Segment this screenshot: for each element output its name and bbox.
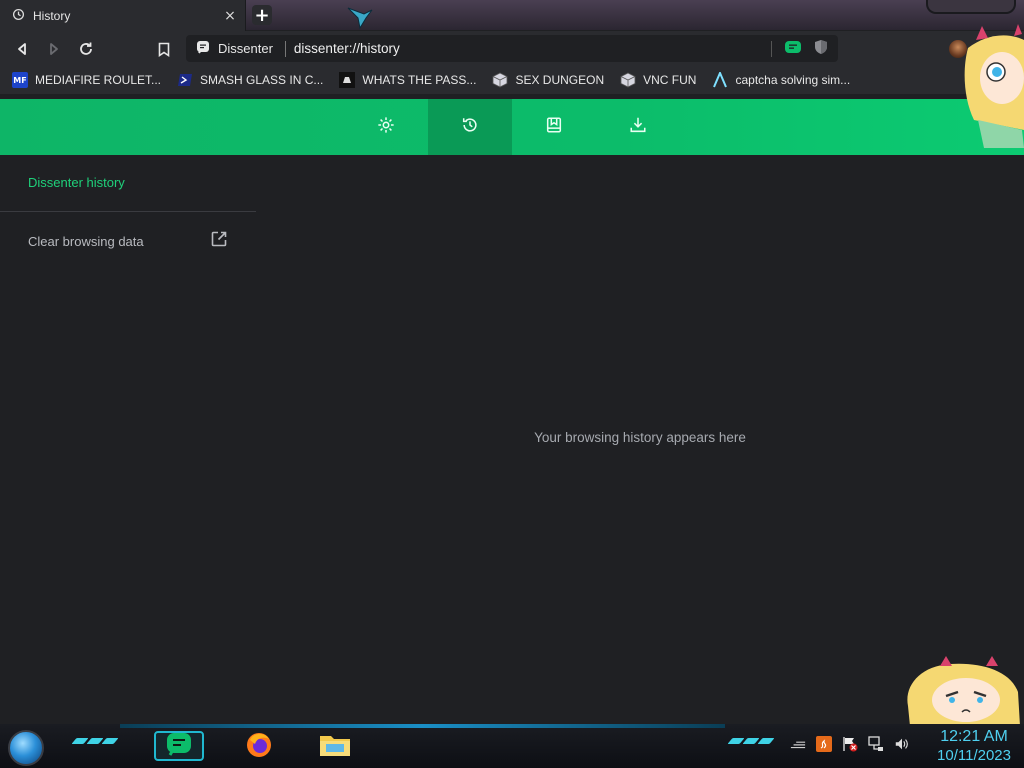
firefox-icon [245,730,273,762]
cube-icon [492,72,508,88]
bookmark-icon [158,42,170,57]
new-tab-button[interactable]: + [252,5,272,26]
mediafire-icon: MF [12,72,28,88]
close-tab-icon[interactable]: × [221,7,239,25]
bookmark-page-button[interactable] [154,39,174,59]
volume-icon[interactable] [894,736,910,752]
sidebar-divider [0,211,256,212]
anime-character-sticker [958,20,1024,148]
anime-character-sticker [900,656,1024,726]
address-bar[interactable]: Dissenter dissenter://history [186,35,838,62]
browser-toolbar: Dissenter dissenter://history [0,31,1024,66]
omnibox-separator [284,40,286,57]
bookmark-label: WHATS THE PASS... [362,73,477,87]
reload-icon [80,42,92,55]
bookmark-label: MEDIAFIRE ROULET... [35,73,162,87]
external-link-icon [210,230,228,252]
bookmark-item[interactable]: MF MEDIAFIRE ROULET... [12,69,161,91]
bookmark-label: SEX DUNGEON [515,73,605,87]
taskbar-explorer-button[interactable] [310,731,360,761]
folder-icon [318,730,352,762]
window-frame-decoration [926,0,1016,14]
empty-history-message: Your browsing history appears here [534,430,746,445]
system-tray [790,736,910,752]
cube-icon [620,72,636,88]
bookmark-label: VNC FUN [643,73,697,87]
bookmark-item[interactable]: WHATS THE PASS... [339,69,476,91]
history-sidebar: Dissenter history Clear browsing data [0,155,256,725]
tab-history[interactable]: History × [0,0,246,31]
taskbar-dissenter-button[interactable] [154,731,204,761]
tab-title: History [33,8,71,23]
clear-browsing-data-link[interactable]: Clear browsing data [28,231,228,251]
url-text[interactable]: dissenter://history [294,41,771,56]
download-icon [629,116,647,138]
bookmarks-bar: MF MEDIAFIRE ROULET... SMASH GLASS IN C.… [0,66,1024,94]
reload-button[interactable] [76,39,96,59]
clock-time: 12:21 AM [940,728,1008,745]
history-header-bar [0,99,1024,155]
taskbar-firefox-button[interactable] [234,731,284,761]
omnibox-right-separator [771,40,772,57]
wallpaper-bird-icon [346,4,374,30]
taskbar-decoration [727,738,775,744]
sidebar-title[interactable]: Dissenter history [28,175,125,190]
bookmarks-nav-button[interactable] [512,99,596,155]
history-clock-icon [461,116,479,138]
java-update-icon[interactable] [816,736,832,752]
settings-nav-button[interactable] [344,99,428,155]
bookmark-label: SMASH GLASS IN C... [200,73,324,87]
bookmark-item[interactable]: SMASH GLASS IN C... [177,69,323,91]
forward-button[interactable] [44,39,64,59]
taskbar-decoration [71,738,119,744]
shield-icon[interactable] [814,39,828,59]
site-name: Dissenter [218,41,273,56]
powershell-icon [177,72,193,88]
dissenter-logo-icon [166,732,192,760]
bookmark-item[interactable]: captcha solving sim... [712,69,850,91]
bookmark-icon [545,116,563,138]
dissenter-comments-icon[interactable] [784,39,802,58]
clock-date: 10/11/2023 [937,747,1011,764]
start-button[interactable] [8,730,44,766]
action-center-flag-icon[interactable] [842,736,858,752]
bookmark-label: captcha solving sim... [735,73,851,87]
back-button[interactable] [12,39,32,59]
dissenter-logo-icon [196,39,210,58]
triangle-logo-icon [712,72,728,88]
bookmark-item[interactable]: VNC FUN [620,69,696,91]
show-hidden-icons[interactable] [790,736,806,752]
taskbar-clock[interactable]: 12:21 AM 10/11/2023 [930,727,1018,765]
dark-site-icon [339,72,356,88]
network-icon[interactable] [868,736,884,752]
clear-browsing-data-label: Clear browsing data [28,233,144,249]
tab-strip: History × + [0,0,1024,31]
back-arrow-icon [18,43,26,55]
taskbar-glow-strip [120,724,725,728]
history-nav-button[interactable] [428,99,512,155]
taskbar: 12:21 AM 10/11/2023 [0,724,1024,768]
site-info-chip[interactable]: Dissenter [186,35,273,62]
forward-arrow-icon [50,43,58,55]
history-clock-icon [12,6,25,25]
bookmark-item[interactable]: SEX DUNGEON [492,69,604,91]
gear-icon [377,116,395,138]
downloads-nav-button[interactable] [596,99,680,155]
